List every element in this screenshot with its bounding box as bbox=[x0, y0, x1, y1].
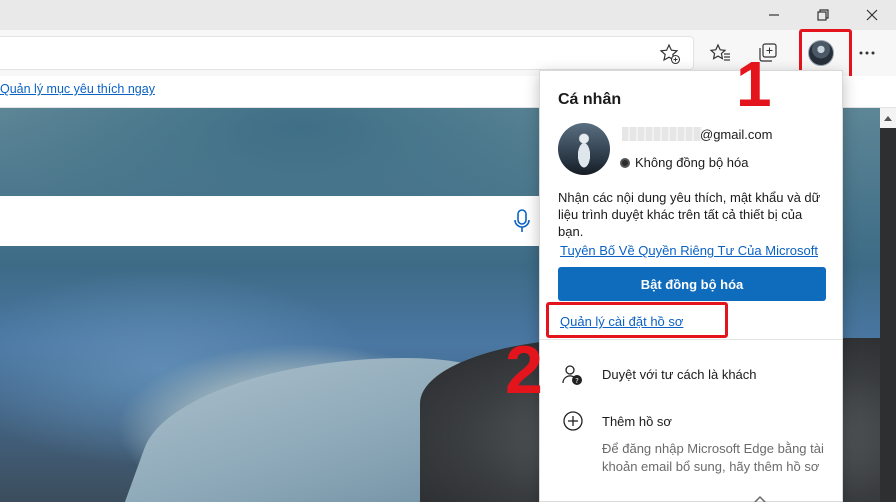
add-profile-icon bbox=[561, 409, 585, 433]
restore-icon[interactable] bbox=[808, 4, 838, 26]
svg-text:?: ? bbox=[575, 377, 579, 385]
page-scrollbar[interactable] bbox=[880, 108, 896, 502]
add-favorite-icon[interactable] bbox=[655, 39, 685, 69]
add-profile-description: Để đăng nhập Microsoft Edge bằng tài kho… bbox=[602, 441, 824, 474]
privacy-statement-link[interactable]: Tuyên Bố Về Quyền Riêng Tư Của Microsoft bbox=[560, 243, 818, 258]
close-icon[interactable] bbox=[857, 4, 887, 26]
sync-status-icon bbox=[620, 158, 630, 168]
sync-description: Nhận các nội dung yêu thích, mật khẩu và… bbox=[558, 190, 821, 239]
manage-favorites-link[interactable]: Quản lý mục yêu thích ngay bbox=[0, 82, 155, 96]
panel-title: Cá nhân bbox=[558, 91, 622, 108]
browse-as-guest[interactable]: Duyệt với tư cách là khách bbox=[602, 367, 757, 382]
highlight-box-manage bbox=[546, 302, 728, 338]
panel-divider bbox=[540, 339, 842, 340]
account-email: @gmail.com bbox=[700, 127, 773, 142]
panel-scroll-up-icon[interactable] bbox=[753, 491, 767, 502]
guest-icon: ? bbox=[560, 363, 584, 387]
turn-on-sync-button[interactable]: Bật đồng bộ hóa bbox=[558, 267, 826, 301]
step-2-label: 2 bbox=[505, 332, 543, 408]
microphone-icon[interactable] bbox=[514, 209, 530, 233]
title-bar bbox=[0, 0, 896, 30]
add-profile[interactable]: Thêm hồ sơ bbox=[602, 414, 672, 429]
address-bar[interactable] bbox=[0, 36, 694, 70]
step-1-label: 1 bbox=[736, 48, 772, 120]
email-redaction bbox=[622, 127, 702, 141]
search-input[interactable] bbox=[0, 196, 540, 246]
favorites-icon[interactable] bbox=[705, 38, 735, 68]
more-icon[interactable] bbox=[852, 38, 882, 68]
scroll-up-icon[interactable] bbox=[880, 108, 896, 128]
minimize-icon[interactable] bbox=[759, 4, 789, 26]
profile-photo bbox=[558, 123, 610, 175]
profile-panel: Cá nhân @gmail.com Không đồng bộ hóa Nhậ… bbox=[539, 70, 843, 502]
sync-status: Không đồng bộ hóa bbox=[635, 155, 749, 170]
